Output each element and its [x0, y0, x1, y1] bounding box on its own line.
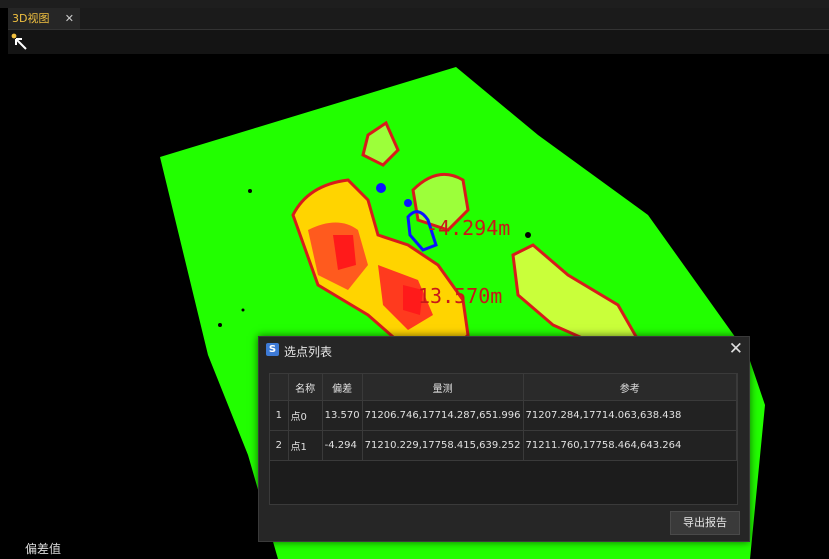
- tab-strip: 3D视图 ✕: [8, 8, 829, 30]
- window-top-bar: [0, 0, 829, 8]
- tab-label: 3D视图: [12, 12, 50, 25]
- column-header-reference[interactable]: 参考: [523, 374, 738, 401]
- deviation-label-1: -4.294m: [426, 216, 510, 240]
- column-header-measured[interactable]: 量测: [362, 374, 524, 401]
- point-table: 名称 偏差 量测 参考 1 点0 13.570 71206.746,17714.…: [270, 374, 738, 461]
- deviation-value: -4.294: [322, 430, 363, 461]
- reference-coords: 71207.284,17714.063,638.438: [523, 400, 738, 431]
- close-icon[interactable]: ✕: [729, 339, 743, 359]
- point-table-container[interactable]: 名称 偏差 量测 参考 1 点0 13.570 71206.746,17714.…: [269, 373, 738, 505]
- row-index: 2: [270, 430, 289, 461]
- row-index: 1: [270, 400, 289, 431]
- toolbar: [8, 30, 829, 54]
- cursor-arrow-icon[interactable]: [10, 32, 32, 52]
- export-report-button[interactable]: 导出报告: [670, 511, 740, 535]
- point-name: 点0: [288, 400, 323, 431]
- deviation-label-2: 13.570m: [418, 284, 502, 308]
- reference-coords: 71211.760,17758.464,643.264: [523, 430, 738, 461]
- column-header-name[interactable]: 名称: [288, 374, 323, 401]
- app-icon: S: [266, 343, 279, 356]
- close-icon[interactable]: ✕: [65, 8, 74, 29]
- measured-coords: 71210.229,17758.415,639.252: [362, 430, 524, 461]
- point-list-dialog: S 选点列表 ✕ 名称 偏差 量测 参考 1 点0 13.570 71206.7…: [258, 336, 750, 542]
- column-header-deviation[interactable]: 偏差: [322, 374, 363, 401]
- dialog-title-bar[interactable]: S 选点列表 ✕: [259, 337, 749, 363]
- deviation-legend-title: 偏差值: [25, 542, 62, 556]
- table-row[interactable]: 1 点0 13.570 71206.746,17714.287,651.996 …: [270, 400, 738, 431]
- measured-coords: 71206.746,17714.287,651.996: [362, 400, 524, 431]
- deviation-value: 13.570: [322, 400, 363, 431]
- point-name: 点1: [288, 430, 323, 461]
- table-row[interactable]: 2 点1 -4.294 71210.229,17758.415,639.252 …: [270, 430, 738, 461]
- tab-3d-view[interactable]: 3D视图 ✕: [8, 8, 80, 29]
- dialog-title: 选点列表: [284, 345, 333, 359]
- column-header-index: [270, 374, 289, 401]
